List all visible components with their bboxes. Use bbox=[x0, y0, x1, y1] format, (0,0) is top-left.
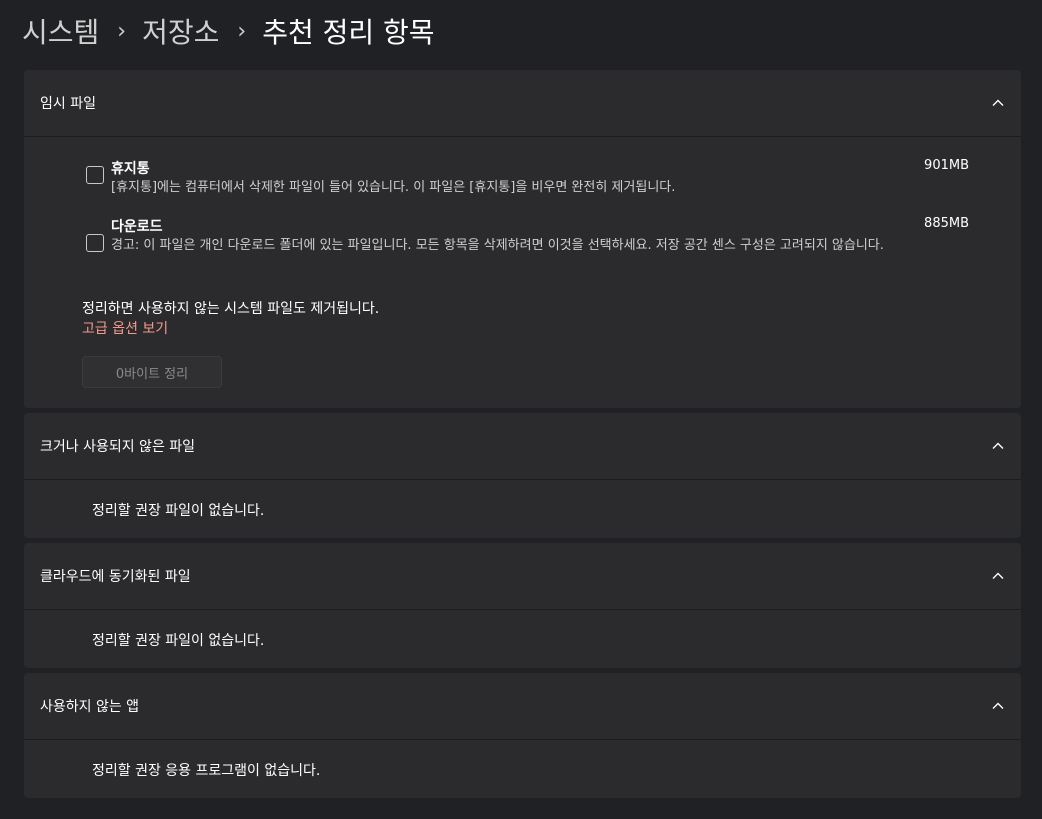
section-title: 클라우드에 동기화된 파일 bbox=[40, 569, 191, 585]
empty-message: 정리할 권장 파일이 없습니다. bbox=[92, 503, 265, 519]
section-header-large-unused-files[interactable]: 크거나 사용되지 않은 파일 bbox=[24, 413, 1021, 480]
chevron-up-icon[interactable] bbox=[990, 438, 1006, 454]
breadcrumb-system[interactable]: 시스템 bbox=[22, 11, 99, 51]
cleanup-note: 정리하면 사용하지 않는 시스템 파일도 제거됩니다. bbox=[82, 301, 380, 317]
page-title: 추천 정리 항목 bbox=[262, 16, 435, 49]
recycle-bin-checkbox[interactable] bbox=[86, 166, 104, 184]
chevron-up-icon[interactable] bbox=[990, 568, 1006, 584]
section-temporary-files: 임시 파일 휴지통 901MB [휴지통]에는 컴퓨터에서 삭제한 파일이 들어… bbox=[24, 70, 1021, 408]
chevron-up-icon[interactable] bbox=[990, 698, 1006, 714]
chevron-up-icon[interactable] bbox=[990, 95, 1006, 111]
section-unused-apps: 사용하지 않는 앱 정리할 권장 응용 프로그램이 없습니다. bbox=[24, 673, 1021, 798]
item-description: [휴지통]에는 컴퓨터에서 삭제한 파일이 들어 있습니다. 이 파일은 [휴지… bbox=[111, 180, 676, 195]
page: 시스템 › 저장소 › 추천 정리 항목 임시 파일 휴지통 901MB [휴지… bbox=[0, 0, 1042, 819]
item-title: 휴지통 bbox=[111, 161, 150, 177]
section-body-cloud-synced-files: 정리할 권장 파일이 없습니다. bbox=[24, 610, 1021, 668]
section-large-unused-files: 크거나 사용되지 않은 파일 정리할 권장 파일이 없습니다. bbox=[24, 413, 1021, 538]
section-cloud-synced-files: 클라우드에 동기화된 파일 정리할 권장 파일이 없습니다. bbox=[24, 543, 1021, 668]
item-title: 다운로드 bbox=[111, 219, 163, 235]
section-body-large-unused-files: 정리할 권장 파일이 없습니다. bbox=[24, 480, 1021, 538]
downloads-checkbox[interactable] bbox=[86, 234, 104, 252]
item-size: 901MB bbox=[924, 158, 969, 173]
cleanup-item-downloads: 다운로드 885MB 경고: 이 파일은 개인 다운로드 폴더에 있는 파일입니… bbox=[86, 216, 969, 276]
section-title: 임시 파일 bbox=[40, 96, 96, 112]
clean-button[interactable]: 0바이트 정리 bbox=[82, 356, 222, 388]
advanced-options-link[interactable]: 고급 옵션 보기 bbox=[82, 318, 168, 338]
section-body-temporary-files: 휴지통 901MB [휴지통]에는 컴퓨터에서 삭제한 파일이 들어 있습니다.… bbox=[24, 137, 1021, 408]
section-body-unused-apps: 정리할 권장 응용 프로그램이 없습니다. bbox=[24, 740, 1021, 798]
item-size: 885MB bbox=[924, 216, 969, 231]
section-header-unused-apps[interactable]: 사용하지 않는 앱 bbox=[24, 673, 1021, 740]
breadcrumb-storage[interactable]: 저장소 bbox=[142, 11, 219, 51]
cleanup-item-recycle-bin: 휴지통 901MB [휴지통]에는 컴퓨터에서 삭제한 파일이 들어 있습니다.… bbox=[86, 158, 969, 198]
item-description: 경고: 이 파일은 개인 다운로드 폴더에 있는 파일입니다. 모든 항목을 삭… bbox=[111, 238, 884, 253]
section-title: 사용하지 않는 앱 bbox=[40, 699, 140, 715]
empty-message: 정리할 권장 파일이 없습니다. bbox=[92, 633, 265, 649]
section-header-temporary-files[interactable]: 임시 파일 bbox=[24, 70, 1021, 137]
empty-message: 정리할 권장 응용 프로그램이 없습니다. bbox=[92, 763, 321, 779]
section-title: 크거나 사용되지 않은 파일 bbox=[40, 439, 196, 455]
breadcrumb: 시스템 › 저장소 › 추천 정리 항목 bbox=[22, 10, 435, 52]
section-header-cloud-synced-files[interactable]: 클라우드에 동기화된 파일 bbox=[24, 543, 1021, 610]
breadcrumb-separator-icon: › bbox=[237, 18, 247, 44]
breadcrumb-separator-icon: › bbox=[117, 18, 127, 44]
